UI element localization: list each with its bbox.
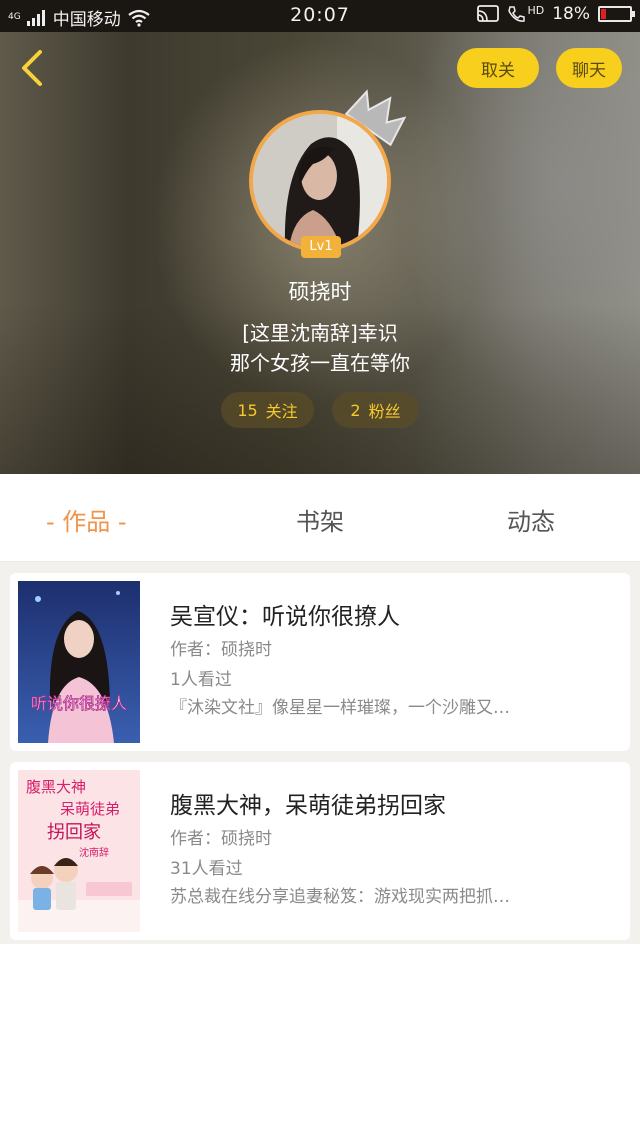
unfollow-button[interactable]: 取关 — [457, 48, 539, 88]
user-bio: [这里沈南辞]幸识 那个女孩一直在等你 — [0, 318, 640, 378]
following-count-button[interactable]: 15 关注 — [221, 392, 314, 428]
back-button[interactable] — [14, 48, 54, 88]
fans-count: 2 — [350, 400, 361, 420]
call-hd-icon — [508, 6, 526, 22]
status-right: HD 18% — [477, 3, 635, 24]
book-cover-text: 沈南辞 — [79, 846, 109, 859]
back-arrow-icon — [22, 50, 42, 86]
bio-line-1: [这里沈南辞]幸识 — [242, 321, 398, 345]
battery-icon — [598, 6, 635, 22]
fans-label: 粉丝 — [368, 402, 401, 421]
book-cover: 听说你很撩人 — [18, 581, 140, 743]
book-card[interactable]: 听说你很撩人 吴宣仪：听说你很撩人 作者：硕挠时 1人看过 『沐染文社』像星星一… — [10, 573, 630, 751]
following-label: 关注 — [265, 402, 298, 421]
profile-tabs: - 作品 - 书架 动态 — [0, 474, 640, 562]
book-views: 31人看过 — [170, 859, 243, 879]
bio-line-2: 那个女孩一直在等你 — [230, 351, 410, 375]
tab-works[interactable]: - 作品 - — [46, 502, 127, 537]
cast-icon — [477, 5, 500, 22]
book-author: 作者：硕挠时 — [170, 640, 272, 660]
avatar-photo — [253, 114, 387, 248]
hd-indicator: HD — [527, 3, 545, 17]
book-author: 作者：硕挠时 — [170, 829, 272, 849]
tab-bookshelf[interactable]: 书架 — [296, 502, 344, 537]
avatar[interactable] — [249, 110, 391, 252]
user-name: 硕挠时 — [288, 280, 352, 304]
book-title: 腹黑大神，呆萌徒弟拐回家 — [170, 793, 446, 819]
book-cover-text: 拐回家 — [47, 822, 101, 843]
book-cover-text: 呆萌徒弟 — [60, 800, 120, 818]
battery-percent: 18% — [552, 4, 590, 24]
book-cover-text: 腹黑大神 — [26, 778, 86, 796]
book-cover-text: 听说你很撩人 — [31, 694, 127, 713]
book-views: 1人看过 — [170, 670, 232, 690]
fans-count-button[interactable]: 2 粉丝 — [332, 392, 419, 428]
avatar-image — [249, 110, 391, 252]
book-cover: 腹黑大神 呆萌徒弟 拐回家 沈南辞 — [18, 770, 140, 932]
chat-button[interactable]: 聊天 — [556, 48, 622, 88]
level-badge: Lv1 — [301, 236, 341, 258]
book-title: 吴宣仪：听说你很撩人 — [170, 604, 400, 630]
book-description: 『沐染文社』像星星一样璀璨，一个沙雕又… — [170, 698, 510, 718]
book-card[interactable]: 腹黑大神 呆萌徒弟 拐回家 沈南辞 腹黑大神，呆萌徒弟拐回家 作者：硕挠时 31… — [10, 762, 630, 940]
following-count: 15 — [237, 400, 258, 420]
status-bar: 4G 中国移动 20:07 HD 18% — [0, 0, 640, 32]
tab-feed[interactable]: 动态 — [507, 502, 555, 537]
battery-level — [601, 9, 607, 19]
book-description: 苏总裁在线分享追妻秘笈：游戏现实两把抓… — [170, 887, 510, 907]
